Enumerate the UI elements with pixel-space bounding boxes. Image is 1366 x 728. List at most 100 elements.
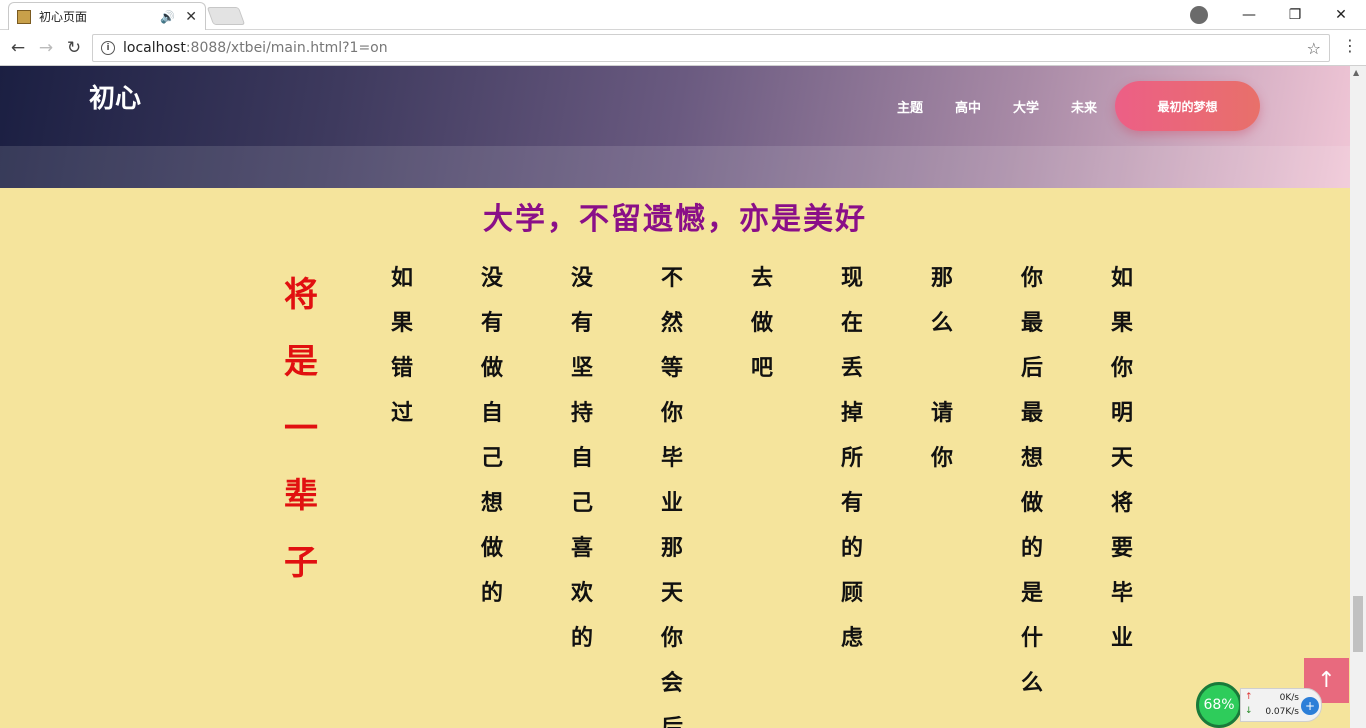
network-monitor-widget[interactable]: 68% ↑ 0K/s ↓ 0.07K/s +	[1196, 680, 1322, 728]
bookmark-star-icon[interactable]: ☆	[1307, 39, 1321, 58]
poem-char: 没	[570, 265, 593, 291]
poem-column: 不然等你毕业那天你会后	[652, 256, 692, 728]
new-tab-button[interactable]	[206, 7, 246, 25]
address-toolbar: ← → ↻ i localhost:8088/xtbei/main.html?1…	[0, 30, 1366, 66]
upload-speed: 0K/s	[1279, 693, 1299, 703]
poem-char: 你	[1110, 355, 1133, 381]
plus-icon[interactable]: +	[1301, 697, 1319, 715]
poem-char: 有	[570, 310, 593, 336]
side-char: 是	[284, 342, 318, 382]
back-icon[interactable]: ←	[6, 36, 30, 60]
poem-char: 毕	[1110, 580, 1133, 606]
poem-char: 的	[570, 625, 593, 651]
poem-char: 你	[660, 625, 683, 651]
poem-char: 么	[930, 310, 953, 336]
poem-char: 业	[660, 490, 683, 516]
dream-button[interactable]: 最初的梦想	[1115, 81, 1260, 131]
poem-column: 没有坚持自己喜欢的	[562, 256, 602, 661]
close-icon[interactable]: ✕	[185, 9, 197, 25]
side-char: 辈	[284, 476, 318, 516]
nav-item-university[interactable]: 大学	[1013, 97, 1039, 116]
nav-item-highschool[interactable]: 高中	[955, 97, 981, 116]
poem-char: 的	[480, 580, 503, 606]
poem-char: 然	[660, 310, 683, 336]
poem-char: 不	[660, 265, 683, 291]
poem-char: 果	[1110, 310, 1133, 336]
maximize-icon[interactable]: ❐	[1272, 0, 1318, 30]
side-char: 子	[284, 543, 318, 583]
poem-char: 是	[1020, 580, 1043, 606]
site-logo[interactable]: 初心	[89, 78, 141, 115]
poem-char: 没	[480, 265, 503, 291]
url-input[interactable]: i localhost:8088/xtbei/main.html?1=on ☆	[92, 34, 1330, 62]
forward-icon[interactable]: →	[34, 36, 58, 60]
poem-char: 现	[840, 265, 863, 291]
poem-char: 等	[660, 355, 683, 381]
poem-char: 丢	[840, 355, 863, 381]
poem-char: 后	[660, 715, 683, 728]
nav-item-future[interactable]: 未来	[1071, 97, 1097, 116]
poem-column: 如果你明天将要毕业	[1102, 256, 1142, 661]
poem-char: 有	[840, 490, 863, 516]
scrollbar-thumb[interactable]	[1353, 596, 1363, 652]
page-viewport: 初心 主题 高中 大学 未来 最初的梦想 大学，不留遗憾，亦是美好 将 是 一 …	[0, 66, 1350, 728]
poem-char: 欢	[570, 580, 593, 606]
account-icon[interactable]	[1190, 6, 1208, 24]
reload-icon[interactable]: ↻	[62, 36, 86, 60]
poem-column: 如果错过	[382, 256, 422, 436]
browser-menu-icon[interactable]: ⋮	[1342, 36, 1358, 55]
favicon-icon	[17, 9, 31, 24]
poem-char: 做	[480, 355, 503, 381]
info-icon[interactable]: i	[101, 41, 115, 55]
poem-char: 的	[1020, 535, 1043, 561]
browser-tab[interactable]: 初心页面 🔊 ✕	[8, 2, 206, 30]
poem-char: 做	[480, 535, 503, 561]
hero-banner: 初心 主题 高中 大学 未来 最初的梦想	[0, 66, 1350, 188]
poem-char: 做	[750, 310, 773, 336]
poem-char: 将	[1110, 490, 1133, 516]
poem-column: 你最后最想做的是什么	[1012, 256, 1052, 706]
poem-char: 如	[1110, 265, 1133, 291]
poem-char: 自	[570, 445, 593, 471]
poem-char: 那	[930, 265, 953, 291]
poem-char: 请	[930, 400, 953, 426]
poem-char: 么	[1020, 670, 1043, 696]
minimize-icon[interactable]: —	[1226, 0, 1272, 30]
poem-char: 要	[1110, 535, 1133, 561]
poem-char: 过	[390, 400, 413, 426]
window-close-icon[interactable]: ✕	[1318, 0, 1364, 30]
scroll-up-icon[interactable]: ▲	[1353, 68, 1359, 77]
poem-char: 己	[570, 490, 593, 516]
net-speed-panel: ↑ 0K/s ↓ 0.07K/s +	[1240, 688, 1322, 722]
nav-item-theme[interactable]: 主题	[897, 97, 923, 116]
poem-char: 什	[1020, 625, 1043, 651]
poem-char: 想	[1020, 445, 1043, 471]
poem-char: 掉	[840, 400, 863, 426]
hero-band	[0, 146, 1350, 188]
poem-char: 在	[840, 310, 863, 336]
poem-char: 天	[660, 580, 683, 606]
poem-char: 你	[1020, 265, 1043, 291]
download-speed: 0.07K/s	[1265, 707, 1299, 717]
side-text-column: 将 是 一 辈 子	[279, 262, 323, 597]
poem-char: 自	[480, 400, 503, 426]
speaker-icon[interactable]: 🔊	[160, 10, 175, 24]
poem-column: 没有做自己想做的	[472, 256, 512, 616]
poem-char: 的	[840, 535, 863, 561]
poem-char: 有	[480, 310, 503, 336]
cpu-percent-badge: 68%	[1196, 682, 1242, 728]
poem-char: 喜	[570, 535, 593, 561]
poem-char: 想	[480, 490, 503, 516]
poem-char: 错	[390, 355, 413, 381]
poem-char: 最	[1020, 310, 1043, 336]
url-host: localhost	[123, 40, 186, 56]
url-path: :8088/xtbei/main.html?1=on	[185, 40, 388, 56]
page-headline: 大学，不留遗憾，亦是美好	[483, 202, 867, 237]
poem-char: 明	[1110, 400, 1133, 426]
side-char: 将	[284, 275, 318, 315]
poem-char: 坚	[570, 355, 593, 381]
poem-char: 天	[1110, 445, 1133, 471]
page-scrollbar[interactable]: ▲	[1350, 66, 1366, 728]
poem-char: 吧	[750, 355, 773, 381]
browser-tabbar: 初心页面 🔊 ✕ — ❐ ✕	[0, 0, 1366, 30]
